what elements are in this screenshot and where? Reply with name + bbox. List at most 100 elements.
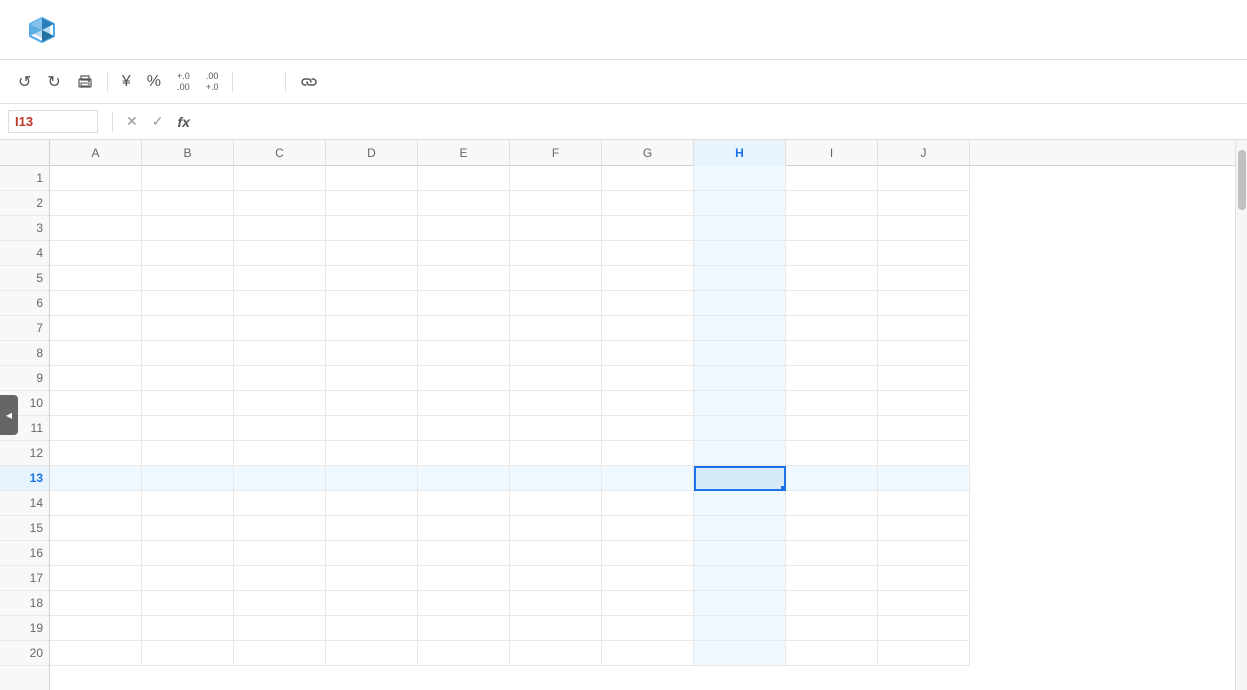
cell-A18[interactable] — [50, 591, 142, 616]
cell-I1[interactable] — [786, 166, 878, 191]
cell-D14[interactable] — [326, 491, 418, 516]
cell-C7[interactable] — [234, 316, 326, 341]
decimal-inc-button[interactable]: .00+.0 — [200, 67, 225, 97]
cell-I12[interactable] — [786, 441, 878, 466]
cell-F14[interactable] — [510, 491, 602, 516]
cell-G20[interactable] — [602, 641, 694, 666]
cell-A15[interactable] — [50, 516, 142, 541]
cell-G12[interactable] — [602, 441, 694, 466]
cell-H3[interactable] — [694, 216, 786, 241]
cell-A12[interactable] — [50, 441, 142, 466]
vertical-scrollbar[interactable] — [1235, 140, 1247, 690]
cell-G16[interactable] — [602, 541, 694, 566]
cell-F15[interactable] — [510, 516, 602, 541]
cell-F3[interactable] — [510, 216, 602, 241]
cell-B14[interactable] — [142, 491, 234, 516]
cell-C2[interactable] — [234, 191, 326, 216]
cell-B1[interactable] — [142, 166, 234, 191]
cell-D8[interactable] — [326, 341, 418, 366]
formula-confirm-button[interactable]: ✓ — [147, 111, 169, 132]
cell-D20[interactable] — [326, 641, 418, 666]
cell-B4[interactable] — [142, 241, 234, 266]
cell-F19[interactable] — [510, 616, 602, 641]
cell-H8[interactable] — [694, 341, 786, 366]
cell-H12[interactable] — [694, 441, 786, 466]
cell-E9[interactable] — [418, 366, 510, 391]
cell-G6[interactable] — [602, 291, 694, 316]
cell-D11[interactable] — [326, 416, 418, 441]
fx-button[interactable]: fx — [172, 112, 194, 132]
cell-H6[interactable] — [694, 291, 786, 316]
cell-G14[interactable] — [602, 491, 694, 516]
cell-B20[interactable] — [142, 641, 234, 666]
cell-B16[interactable] — [142, 541, 234, 566]
cell-B17[interactable] — [142, 566, 234, 591]
cell-C12[interactable] — [234, 441, 326, 466]
cell-I11[interactable] — [786, 416, 878, 441]
cell-A16[interactable] — [50, 541, 142, 566]
cell-B13[interactable] — [142, 466, 234, 491]
cell-E12[interactable] — [418, 441, 510, 466]
cell-J10[interactable] — [878, 391, 970, 416]
cell-F1[interactable] — [510, 166, 602, 191]
cell-B5[interactable] — [142, 266, 234, 291]
cell-D2[interactable] — [326, 191, 418, 216]
cell-J6[interactable] — [878, 291, 970, 316]
col-header-E[interactable]: E — [418, 140, 510, 166]
cell-B10[interactable] — [142, 391, 234, 416]
cell-C8[interactable] — [234, 341, 326, 366]
cell-I18[interactable] — [786, 591, 878, 616]
cell-C16[interactable] — [234, 541, 326, 566]
cell-B19[interactable] — [142, 616, 234, 641]
cell-H11[interactable] — [694, 416, 786, 441]
cell-D5[interactable] — [326, 266, 418, 291]
cell-B2[interactable] — [142, 191, 234, 216]
redo-button[interactable]: ↻ — [41, 68, 66, 96]
cell-E17[interactable] — [418, 566, 510, 591]
fill-handle[interactable] — [781, 486, 786, 491]
cell-C17[interactable] — [234, 566, 326, 591]
cell-F4[interactable] — [510, 241, 602, 266]
cell-G19[interactable] — [602, 616, 694, 641]
cell-C1[interactable] — [234, 166, 326, 191]
cell-C9[interactable] — [234, 366, 326, 391]
cell-D15[interactable] — [326, 516, 418, 541]
row-header-20[interactable]: 20 — [0, 641, 49, 666]
cell-A4[interactable] — [50, 241, 142, 266]
cell-J16[interactable] — [878, 541, 970, 566]
cell-E3[interactable] — [418, 216, 510, 241]
cell-F12[interactable] — [510, 441, 602, 466]
cell-D19[interactable] — [326, 616, 418, 641]
row-header-12[interactable]: 12 — [0, 441, 49, 466]
cell-A8[interactable] — [50, 341, 142, 366]
cell-C5[interactable] — [234, 266, 326, 291]
cell-D3[interactable] — [326, 216, 418, 241]
cell-D1[interactable] — [326, 166, 418, 191]
col-header-F[interactable]: F — [510, 140, 602, 166]
cell-H15[interactable] — [694, 516, 786, 541]
cell-E6[interactable] — [418, 291, 510, 316]
scrollbar-thumb[interactable] — [1238, 150, 1246, 210]
cell-C18[interactable] — [234, 591, 326, 616]
font-dropdown[interactable] — [261, 78, 277, 86]
cell-I8[interactable] — [786, 341, 878, 366]
cell-F17[interactable] — [510, 566, 602, 591]
col-header-B[interactable]: B — [142, 140, 234, 166]
col-header-I[interactable]: I — [786, 140, 878, 166]
cell-J5[interactable] — [878, 266, 970, 291]
cell-B12[interactable] — [142, 441, 234, 466]
cell-D12[interactable] — [326, 441, 418, 466]
cell-H2[interactable] — [694, 191, 786, 216]
cell-H14[interactable] — [694, 491, 786, 516]
cell-B6[interactable] — [142, 291, 234, 316]
cell-F9[interactable] — [510, 366, 602, 391]
col-header-A[interactable]: A — [50, 140, 142, 166]
row-header-8[interactable]: 8 — [0, 341, 49, 366]
cell-F13[interactable] — [510, 466, 602, 491]
cell-E4[interactable] — [418, 241, 510, 266]
cell-B18[interactable] — [142, 591, 234, 616]
cell-J3[interactable] — [878, 216, 970, 241]
print-button[interactable] — [71, 70, 99, 94]
cell-C10[interactable] — [234, 391, 326, 416]
cell-E5[interactable] — [418, 266, 510, 291]
